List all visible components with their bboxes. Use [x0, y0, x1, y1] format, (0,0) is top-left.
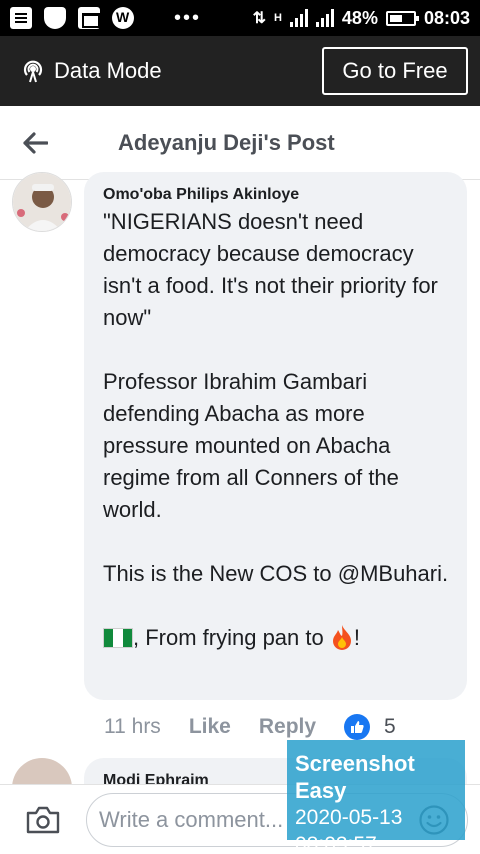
comment-author[interactable]: Omo'oba Philips Akinloye — [103, 186, 451, 204]
go-to-free-button[interactable]: Go to Free — [322, 47, 468, 95]
avatar[interactable] — [12, 172, 72, 232]
comment-timestamp[interactable]: 11 hrs — [104, 715, 161, 739]
comment-paragraph: "NIGERIANS doesn't need democracy becaus… — [103, 209, 438, 330]
clock: 08:03 — [423, 7, 470, 28]
back-button[interactable] — [0, 106, 70, 180]
camera-icon[interactable] — [26, 805, 60, 835]
watermark-time: 08:03:57 — [295, 833, 377, 854]
news-app-icon — [10, 7, 32, 29]
nigeria-flag-icon — [103, 628, 133, 648]
gmail-icon — [78, 7, 100, 29]
more-notifications-icon: ••• — [174, 7, 202, 29]
status-bar: ••• ⇅ H 48% 08:03 — [0, 0, 480, 36]
data-mode-bar: Data Mode Go to Free — [0, 36, 480, 106]
post-header: Adeyanju Deji's Post — [0, 106, 480, 180]
fire-icon — [332, 625, 351, 650]
signal-icon-2 — [315, 9, 334, 27]
comment-paragraph-final: , From frying pan to ! — [103, 622, 451, 654]
comment-paragraph: Professor Ibrahim Gambari defending Abac… — [103, 369, 399, 522]
broadcast-icon — [23, 60, 43, 83]
data-transfer-icon: ⇅ — [252, 10, 266, 27]
network-type: H — [273, 12, 282, 24]
battery-percent: 48% — [341, 7, 378, 28]
like-button[interactable]: Like — [189, 715, 231, 739]
comment-actions: 11 hrs Like Reply 5 — [104, 712, 396, 742]
comment-body: "NIGERIANS doesn't need democracy becaus… — [103, 206, 451, 654]
watermark-title: Screenshot Easy — [295, 751, 415, 803]
back-arrow-icon — [23, 131, 48, 154]
thumbs-up-icon — [344, 714, 371, 740]
comment-paragraph: This is the New COS to @MBuhari. — [103, 561, 449, 586]
data-mode-label: Data Mode — [54, 58, 162, 83]
comment-bubble: Omo'oba Philips Akinloye "NIGERIANS does… — [84, 172, 467, 700]
comment-text-fragment: , From frying pan to — [133, 625, 330, 650]
avatar-image — [13, 173, 71, 231]
watermark-date: 2020-05-13 — [295, 806, 403, 829]
comment-text-end: ! — [353, 625, 360, 650]
signal-icon — [289, 9, 308, 27]
like-count: 5 — [384, 715, 396, 738]
wordpress-icon — [112, 7, 134, 29]
battery-icon — [385, 10, 419, 26]
reaction-count[interactable]: 5 — [344, 714, 396, 740]
shield-icon — [44, 7, 66, 29]
page-title: Adeyanju Deji's Post — [118, 129, 335, 155]
screenshot-watermark: Screenshot Easy 2020-05-13 08:03:57 — [287, 740, 465, 854]
reply-button[interactable]: Reply — [259, 715, 316, 739]
